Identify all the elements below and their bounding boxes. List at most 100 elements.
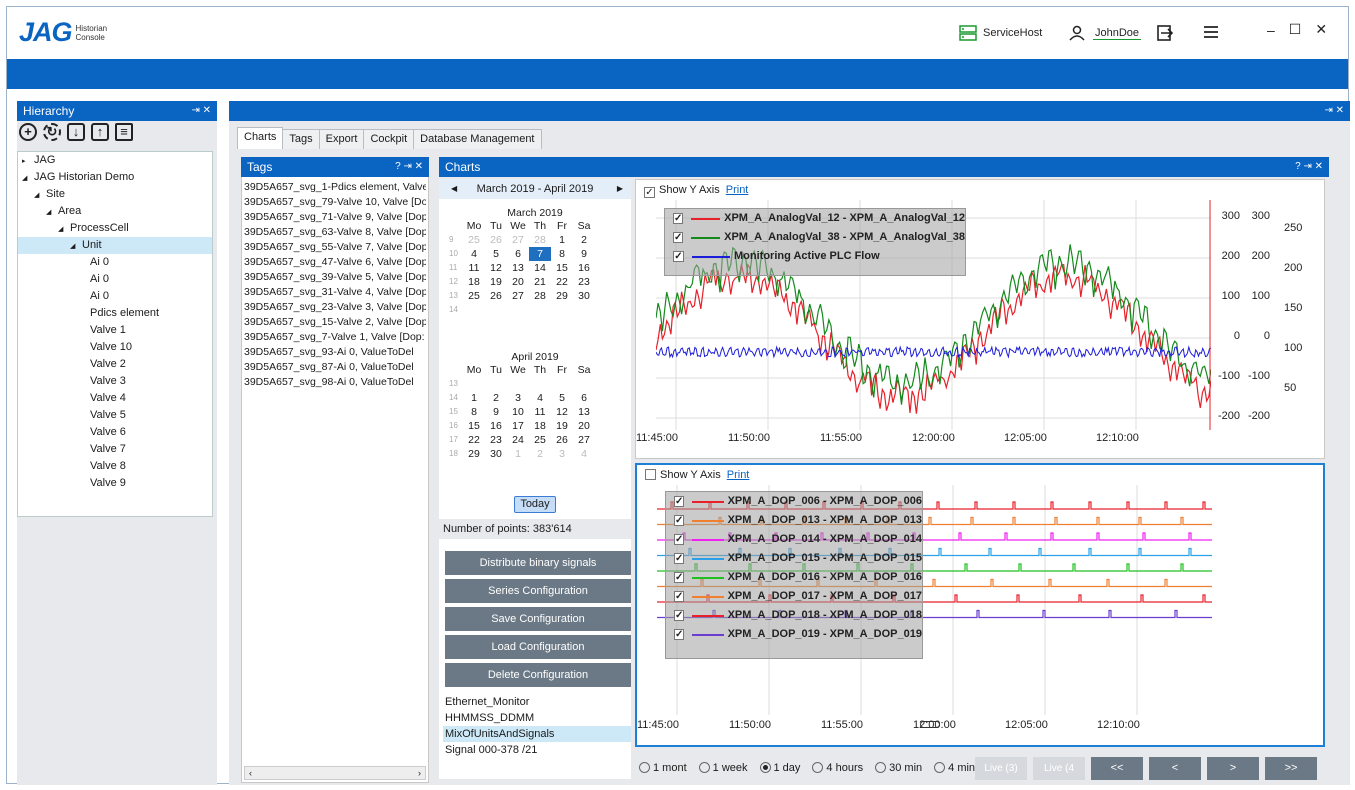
radio-icon[interactable] — [698, 762, 710, 773]
calendar-day[interactable]: 27 — [507, 233, 529, 247]
distribute-binary-signals-button[interactable]: Distribute binary signals — [445, 551, 631, 575]
calendar-day[interactable]: 5 — [485, 247, 507, 261]
today-button[interactable]: Today — [514, 496, 556, 513]
calendar-day[interactable]: 27 — [573, 433, 595, 447]
calendar-march[interactable]: March 2019 Mo Tu We Th Fr Sa 9 25 26 27 28 1 2 10 4 5 6 7 8… — [439, 207, 631, 317]
config-item[interactable]: Signal 000-378 /21 — [443, 742, 631, 758]
range-option[interactable]: 1 week — [695, 762, 748, 774]
calendar-day[interactable]: 3 — [551, 447, 573, 461]
tree-node[interactable]: ◢ ProcessCell — [18, 220, 212, 237]
radio-icon[interactable] — [812, 762, 824, 773]
calendar-day[interactable]: 29 — [463, 447, 485, 461]
legend-entry[interactable]: ✓ Monitoring Active PLC Flow — [665, 247, 965, 266]
tab-charts[interactable]: Charts — [237, 127, 284, 149]
legend-entry[interactable]: ✓ XPM_A_DOP_013 - XPM_A_DOP_013 — [666, 511, 922, 530]
chart-analog[interactable]: ✓ Show Y Axis Print ✓ XPM_A_AnalogVal_12 - … — [635, 179, 1325, 459]
calendar-day[interactable]: 1 — [463, 391, 485, 405]
calendar-day[interactable]: 15 — [551, 261, 573, 275]
legend-checkbox[interactable]: ✓ — [674, 629, 685, 640]
calendar-day[interactable]: 26 — [485, 289, 507, 303]
radio-icon[interactable] — [934, 762, 946, 773]
delete-configuration-button[interactable]: Delete Configuration — [445, 663, 631, 687]
calendar-day[interactable] — [463, 303, 485, 317]
range-option[interactable]: 30 min — [871, 762, 922, 774]
legend-checkbox[interactable]: ✓ — [673, 213, 684, 224]
calendar-day[interactable]: 30 — [485, 447, 507, 461]
tab-export[interactable]: Export — [318, 129, 365, 149]
calendar-day[interactable]: 1 — [507, 447, 529, 461]
tag-item[interactable]: 39D5A657_svg_93-Ai 0, ValueToDel — [244, 345, 426, 360]
next-month-icon[interactable]: ▶ — [617, 179, 623, 199]
calendar-day[interactable]: 17 — [507, 419, 529, 433]
calendar-day[interactable]: 23 — [573, 275, 595, 289]
pin-close-icon[interactable]: ⇥ ✕ — [191, 101, 211, 121]
calendar-day[interactable] — [551, 303, 573, 317]
tree-node[interactable]: Ai 0 — [18, 288, 212, 305]
legend-checkbox[interactable]: ✓ — [673, 232, 684, 243]
refresh-icon[interactable]: ↻ — [43, 123, 61, 141]
live-4-button[interactable]: Live (4 — [1033, 757, 1085, 780]
calendar-day[interactable]: 9 — [573, 247, 595, 261]
scroll-handle[interactable] — [920, 721, 940, 728]
tag-item[interactable]: 39D5A657_svg_1-Pdics element, Valve — [244, 180, 426, 195]
hamburger-menu-button[interactable] — [1203, 25, 1219, 39]
config-item[interactable]: MixOfUnitsAndSignals — [443, 726, 631, 742]
tab-database-management[interactable]: Database Management — [413, 129, 542, 149]
legend-entry[interactable]: ✓ XPM_A_DOP_014 - XPM_A_DOP_014 — [666, 530, 922, 549]
radio-icon[interactable] — [759, 762, 771, 773]
calendar-day[interactable]: 13 — [573, 405, 595, 419]
calendar-day[interactable] — [573, 377, 595, 391]
prev-month-icon[interactable]: ◀ — [451, 179, 457, 199]
legend-entry[interactable]: ✓ XPM_A_DOP_016 - XPM_A_DOP_016 — [666, 568, 922, 587]
config-item[interactable]: Ethernet_Monitor — [443, 694, 631, 710]
calendar-day[interactable] — [529, 303, 551, 317]
tree-node[interactable]: Pdics element — [18, 305, 212, 322]
calendar-day[interactable]: 30 — [573, 289, 595, 303]
calendar-day[interactable]: 4 — [573, 447, 595, 461]
calendar-day[interactable]: 8 — [551, 247, 573, 261]
calendar-day[interactable]: 18 — [463, 275, 485, 289]
legend-checkbox[interactable]: ✓ — [674, 553, 685, 564]
tree-node[interactable]: ◢ JAG Historian Demo — [18, 169, 212, 186]
calendar-day[interactable]: 4 — [463, 247, 485, 261]
radio-icon[interactable] — [639, 762, 650, 773]
nav-next-button[interactable]: > — [1207, 757, 1259, 780]
calendar-day[interactable]: 26 — [551, 433, 573, 447]
tree-node[interactable]: Ai 0 — [18, 271, 212, 288]
tree-node[interactable]: Valve 4 — [18, 390, 212, 407]
load-configuration-button[interactable]: Load Configuration — [445, 635, 631, 659]
save-configuration-button[interactable]: Save Configuration — [445, 607, 631, 631]
tree-node[interactable]: Ai 0 — [18, 254, 212, 271]
legend-checkbox[interactable]: ✓ — [673, 251, 684, 262]
tree-node[interactable]: ◢ Area — [18, 203, 212, 220]
nav-last-button[interactable]: >> — [1265, 757, 1317, 780]
charts-ctl-icon[interactable]: ? ⇥ ✕ — [1295, 157, 1323, 177]
tags-scrollbar[interactable]: ‹ › — [244, 766, 426, 780]
tag-item[interactable]: 39D5A657_svg_98-Ai 0, ValueToDel — [244, 375, 426, 390]
calendar-day[interactable]: 23 — [485, 433, 507, 447]
tree-node[interactable]: Valve 8 — [18, 458, 212, 475]
tree-node[interactable]: Valve 1 — [18, 322, 212, 339]
calendar-day[interactable]: 16 — [485, 419, 507, 433]
tree-node[interactable]: Valve 10 — [18, 339, 212, 356]
tag-item[interactable]: 39D5A657_svg_15-Valve 2, Valve [Dop: — [244, 315, 426, 330]
calendar-day[interactable] — [551, 377, 573, 391]
maximize-button[interactable]: ☐ — [1289, 21, 1302, 38]
legend-checkbox[interactable]: ✓ — [674, 496, 685, 507]
range-option[interactable]: 4 min — [930, 762, 975, 774]
tag-item[interactable]: 39D5A657_svg_55-Valve 7, Valve [Dop: — [244, 240, 426, 255]
calendar-day[interactable]: 24 — [507, 433, 529, 447]
calendar-day[interactable]: 29 — [551, 289, 573, 303]
calendar-day[interactable]: 22 — [463, 433, 485, 447]
range-option[interactable]: 1 day — [756, 762, 800, 774]
calendar-april[interactable]: April 2019 Mo Tu We Th Fr Sa 13 14 1 2 3 4 5 6 15 8 9 10 11… — [439, 351, 631, 461]
show-y-axis-toggle-2[interactable]: Show Y Axis Print — [645, 469, 749, 481]
expand-arrow-icon[interactable]: ◢ — [46, 204, 58, 221]
tags-ctl-icon[interactable]: ? ⇥ ✕ — [395, 157, 423, 177]
collapse-all-icon[interactable]: ≡ — [115, 123, 133, 141]
show-y-checkbox[interactable]: ✓ — [644, 187, 655, 198]
legend-entry[interactable]: ✓ XPM_A_AnalogVal_38 - XPM_A_AnalogVal_38 — [665, 228, 965, 247]
calendar-day[interactable]: 9 — [485, 405, 507, 419]
close-button[interactable]: ✕ — [1315, 21, 1327, 38]
chart-digital[interactable]: Show Y Axis Print ✓ XPM_A_DOP_006 - XPM_A_… — [635, 463, 1325, 747]
